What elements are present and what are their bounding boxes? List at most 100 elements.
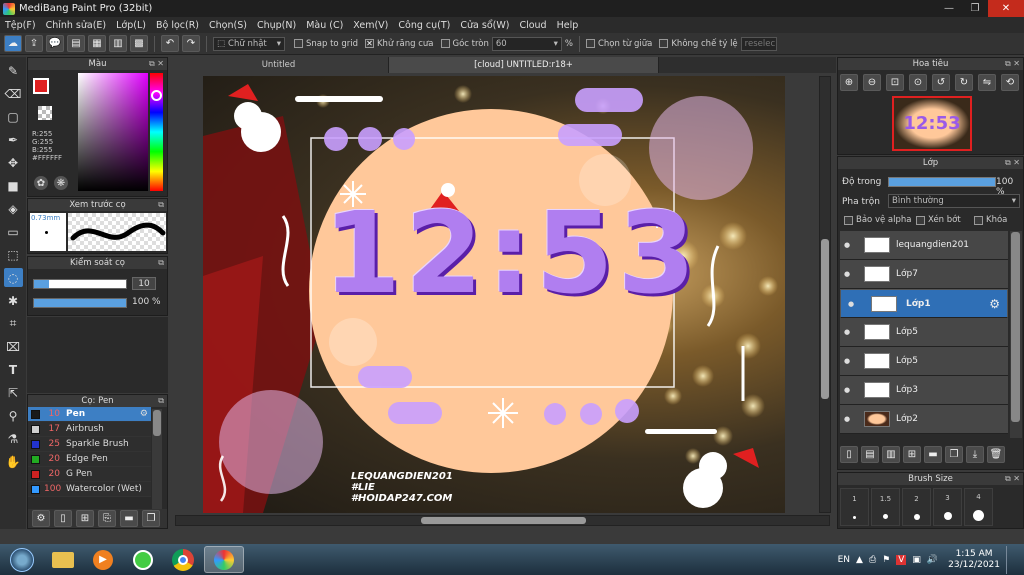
reselect-button[interactable]: reselec — [740, 36, 777, 51]
media-player-icon[interactable]: ▶ — [84, 546, 122, 573]
panel-icon[interactable]: ▥ — [109, 35, 127, 52]
tray-flag-icon[interactable]: ⚑ — [882, 555, 890, 565]
reset-view-icon[interactable]: ⟲ — [1001, 74, 1019, 91]
layer-row[interactable]: ● Lớp2 — [840, 405, 1008, 434]
artwork-canvas[interactable]: 12:53 LEQUANGDIEN201 #LIE #HOIDAP247.COM — [203, 76, 785, 513]
visibility-icon[interactable]: ● — [840, 270, 854, 278]
expand-icon[interactable]: ⧉ ✕ — [1005, 59, 1020, 69]
volume-icon[interactable]: 🔊 — [927, 555, 938, 565]
lock-checkbox[interactable] — [974, 215, 983, 225]
menu-item[interactable]: Chụp(N) — [252, 20, 301, 31]
brush-size-value[interactable]: 10 — [132, 277, 156, 290]
comment-icon[interactable]: 💬 — [46, 35, 64, 52]
eraser-tool-icon[interactable]: ⌫ — [4, 84, 23, 103]
brush-size-cell[interactable]: 4 — [964, 488, 993, 526]
lasso-tool-icon[interactable]: ◌ — [3, 268, 23, 287]
round-corner-checkbox[interactable] — [440, 39, 450, 48]
new-8bit-layer-icon[interactable]: ▥ — [882, 446, 900, 463]
gradient-tool-icon[interactable]: ▭ — [4, 222, 23, 241]
brush-list-item[interactable]: 10 Pen ⚙ — [28, 407, 151, 422]
tray-app-icon[interactable]: ⎙ — [869, 555, 876, 565]
menu-item[interactable]: Help — [552, 20, 584, 31]
brush-size-slider[interactable] — [33, 279, 127, 289]
text-tool-icon[interactable]: T — [4, 360, 23, 379]
brush-size-cell[interactable]: 2 — [902, 488, 931, 526]
vertical-scrollbar[interactable] — [819, 76, 831, 513]
tray-v-icon[interactable]: V — [896, 554, 907, 565]
brush-list-item[interactable]: 100 Watercolor (Wet) — [28, 482, 151, 497]
menu-item[interactable]: Tệp(F) — [0, 20, 41, 31]
round-value-input[interactable]: 60 ▾ — [491, 36, 562, 51]
transparent-swatch[interactable] — [38, 106, 52, 120]
visibility-icon[interactable]: ● — [840, 241, 854, 249]
grid-icon[interactable]: ▩ — [130, 35, 148, 52]
menu-item[interactable]: Lớp(L) — [111, 20, 151, 31]
app-leaf-icon[interactable] — [124, 546, 162, 573]
snap-checkbox[interactable] — [294, 39, 303, 48]
menu-item[interactable]: Chỉnh sửa(E) — [41, 20, 112, 31]
copy-brush-icon[interactable]: ⎘ — [98, 510, 116, 527]
layer-row[interactable]: ● Lớp1 ⚙ — [840, 289, 1008, 318]
menu-item[interactable]: Cloud — [514, 20, 551, 31]
expand-icon[interactable]: ⧉ — [158, 258, 164, 268]
zoom-out-icon[interactable]: ⊖ — [863, 74, 881, 91]
layer-opacity-slider[interactable] — [888, 177, 996, 187]
material-icon[interactable]: ▤ — [67, 35, 85, 52]
rectangle-tool-icon[interactable]: ■ — [4, 176, 23, 195]
brush-opacity-slider[interactable] — [33, 298, 127, 308]
visibility-icon[interactable]: ● — [844, 300, 858, 308]
layer-row[interactable]: ● Lớp5 — [840, 347, 1008, 376]
menu-item[interactable]: Màu (C) — [301, 20, 348, 31]
layer-row[interactable]: ● Lớp5 — [840, 318, 1008, 347]
brush-settings-icon[interactable]: ⚙ — [32, 510, 50, 527]
eyedropper-tool-icon[interactable]: ⚲ — [4, 406, 23, 425]
page-icon[interactable]: ▦ — [88, 35, 106, 52]
zoom-in-icon[interactable]: ⊕ — [840, 74, 858, 91]
add-layer-menu-icon[interactable]: ⊞ — [903, 446, 921, 463]
select-eraser-tool-icon[interactable]: ⌧ — [4, 337, 23, 356]
protect-alpha-checkbox[interactable] — [844, 215, 853, 225]
brush-size-cell[interactable]: 1.5 — [871, 488, 900, 526]
brush-size-cell[interactable]: 3 — [933, 488, 962, 526]
menu-item[interactable]: Cửa sổ(W) — [455, 20, 514, 31]
move-tool-icon[interactable]: ✥ — [4, 153, 23, 172]
palette-icon[interactable]: ✿ — [34, 176, 48, 190]
shape-select[interactable]: ⬚ Chữ nhật ▾ — [213, 36, 285, 51]
redo-icon[interactable]: ↷ — [182, 35, 200, 52]
start-button[interactable] — [2, 546, 42, 573]
layer-row[interactable]: ● Lớp7 — [840, 260, 1008, 289]
expand-icon[interactable]: ⧉ — [158, 396, 164, 406]
file-explorer-icon[interactable] — [44, 546, 82, 573]
dropper-tool-icon[interactable]: ⚗ — [4, 429, 23, 448]
blend-mode-select[interactable]: Bình thường ▾ — [888, 194, 1020, 208]
fit-screen-icon[interactable]: ⊡ — [886, 74, 904, 91]
maximize-icon[interactable]: ❐ — [962, 0, 988, 17]
layer-folder-icon[interactable]: ▬ — [924, 446, 942, 463]
clock[interactable]: 1:15 AM 23/12/2021 — [948, 549, 1000, 571]
medibang-taskbar-icon[interactable] — [204, 546, 244, 573]
hand-tool-icon[interactable]: ✋ — [4, 452, 23, 471]
rotate-left-icon[interactable]: ↺ — [932, 74, 950, 91]
menu-item[interactable]: Xem(V) — [348, 20, 393, 31]
layer-row[interactable]: ● lequangdien201 — [840, 231, 1008, 260]
navigator-thumbnail[interactable]: 12:53 — [892, 96, 972, 151]
undo-icon[interactable]: ↶ — [161, 35, 179, 52]
visibility-icon[interactable]: ● — [840, 328, 854, 336]
layer-settings-icon[interactable]: ⚙ — [989, 297, 1004, 311]
menu-item[interactable]: Bộ lọc(R) — [151, 20, 204, 31]
visibility-icon[interactable]: ● — [840, 357, 854, 365]
select-pen-tool-icon[interactable]: ⌗ — [4, 314, 23, 333]
menu-item[interactable]: Chọn(S) — [204, 20, 252, 31]
keep-ratio-checkbox[interactable] — [659, 39, 669, 48]
fill-tool-icon[interactable]: ◈ — [4, 199, 23, 218]
visibility-icon[interactable]: ● — [840, 415, 854, 423]
expand-icon[interactable]: ⧉ ✕ — [1005, 474, 1020, 484]
expand-icon[interactable]: ⧉ ✕ — [149, 59, 164, 69]
duplicate-layer-icon[interactable]: ❐ — [945, 446, 963, 463]
magic-wand-tool-icon[interactable]: ✱ — [4, 291, 23, 310]
rotate-right-icon[interactable]: ↻ — [955, 74, 973, 91]
network-icon[interactable]: ▣ — [912, 555, 921, 565]
share-icon[interactable]: ⇪ — [25, 35, 43, 52]
close-icon[interactable]: ✕ — [988, 0, 1024, 17]
merge-layer-icon[interactable]: ⤓ — [966, 446, 984, 463]
